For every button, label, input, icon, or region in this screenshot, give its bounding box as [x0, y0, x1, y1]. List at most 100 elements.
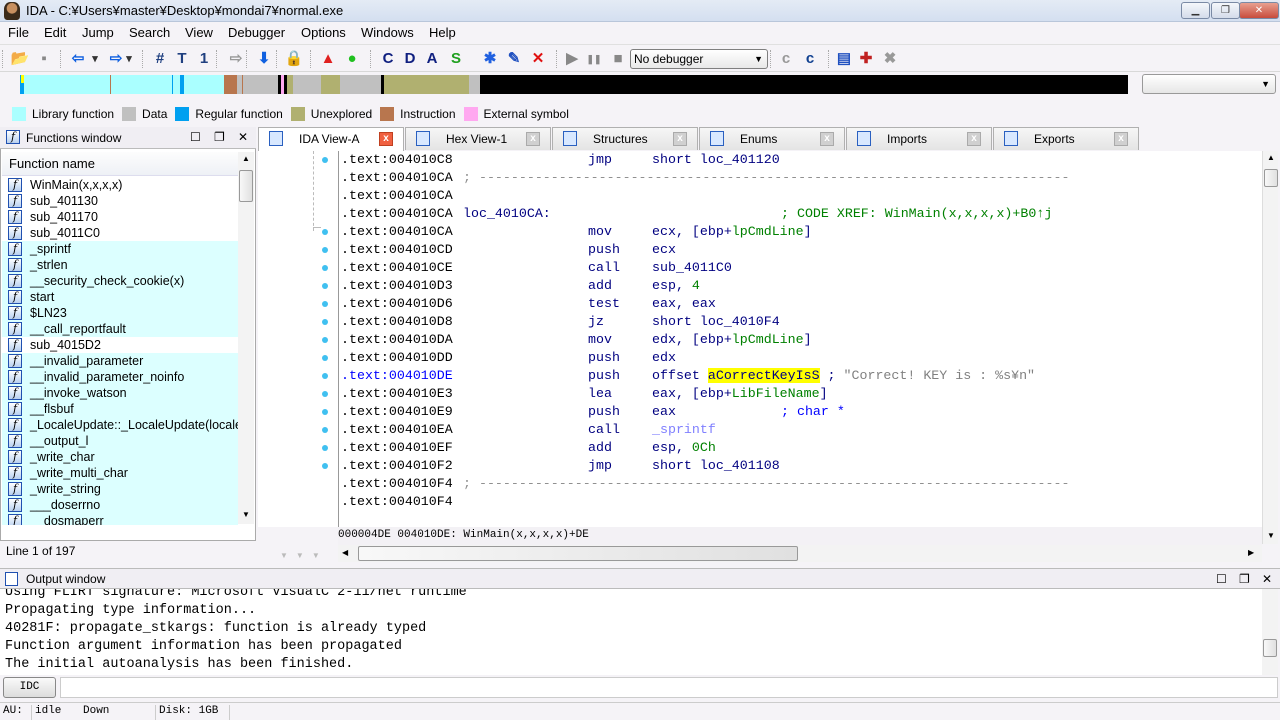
scroll-right-icon[interactable]: ▶: [1248, 548, 1254, 557]
tab-exports[interactable]: Exports x: [993, 127, 1139, 150]
function-row[interactable]: f __output_l: [2, 433, 238, 449]
function-row[interactable]: f _write_string: [2, 481, 238, 497]
add-breakpoint-icon[interactable]: ✚: [856, 49, 876, 69]
maximize-panel-button[interactable]: ☐: [190, 130, 201, 144]
stop-icon[interactable]: ■: [608, 49, 628, 69]
open-folder-icon[interactable]: 📂: [10, 49, 30, 69]
tab-enums[interactable]: Enums x: [699, 127, 845, 150]
function-row[interactable]: f __flsbuf: [2, 401, 238, 417]
minimize-button[interactable]: ▁: [1181, 2, 1210, 19]
search-binary-icon[interactable]: #: [150, 49, 170, 69]
output-text[interactable]: Using FLIRT signature: Microsoft VisualC…: [0, 589, 1262, 675]
function-row[interactable]: f _strlen: [2, 257, 238, 273]
scroll-thumb[interactable]: [239, 170, 253, 202]
idc-command-input[interactable]: [60, 677, 1278, 698]
function-row[interactable]: f __call_reportfault: [2, 321, 238, 337]
tab-structures[interactable]: Structures x: [552, 127, 698, 150]
functions-scrollbar[interactable]: ▲ ▼: [238, 152, 254, 524]
code-line[interactable]: .text:004010DA mov edx, [ebp+lpCmdLine]: [341, 331, 1261, 349]
function-row[interactable]: f sub_401170: [2, 209, 238, 225]
scroll-thumb[interactable]: [1263, 639, 1277, 657]
pause-icon[interactable]: ❚❚: [584, 49, 604, 69]
disassembly-hscrollbar[interactable]: ◀ ▶: [338, 545, 1262, 562]
function-row[interactable]: f __security_check_cookie(x): [2, 273, 238, 289]
menu-edit[interactable]: Edit: [42, 25, 68, 40]
function-row[interactable]: f start: [2, 289, 238, 305]
close-tab-icon[interactable]: x: [526, 132, 540, 146]
code-line[interactable]: .text:004010D6 test eax, eax: [341, 295, 1261, 313]
close-panel-button[interactable]: ✕: [238, 130, 248, 144]
close-tab-icon[interactable]: x: [673, 132, 687, 146]
scroll-down-icon[interactable]: ▼: [1267, 531, 1275, 540]
disassembly-vscrollbar[interactable]: ▲ ▼: [1262, 151, 1278, 544]
float-panel-button[interactable]: ❐: [214, 130, 225, 144]
lock-icon[interactable]: 🔒: [284, 49, 304, 69]
delete-breakpoint-icon[interactable]: ✖: [880, 49, 900, 69]
function-row[interactable]: f WinMain(x,x,x,x): [2, 177, 238, 193]
maximize-panel-button[interactable]: ☐: [1216, 572, 1227, 586]
back-arrow-icon[interactable]: ⇦: [68, 49, 88, 69]
function-row[interactable]: f _write_multi_char: [2, 465, 238, 481]
code-line[interactable]: .text:004010DE push offset aCorrectKeyIsS …: [341, 367, 1261, 385]
close-tab-icon[interactable]: x: [1114, 132, 1128, 146]
rename-icon[interactable]: ✎: [504, 49, 524, 69]
forward-arrow-icon[interactable]: ⇨: [106, 49, 126, 69]
code-line[interactable]: .text:004010E9 push eax ; char *: [341, 403, 1261, 421]
float-panel-button[interactable]: ❐: [1239, 572, 1250, 586]
save-icon[interactable]: ▪: [34, 49, 54, 69]
tab-hex-view-1[interactable]: Hex View-1 x: [405, 127, 551, 150]
close-panel-button[interactable]: ✕: [1262, 572, 1272, 586]
disassembly-view[interactable]: .text:004010C8 jmp short loc_401120 .text:0…: [338, 151, 1262, 527]
search-text-icon[interactable]: T: [172, 49, 192, 69]
scroll-thumb[interactable]: [358, 546, 798, 561]
function-row[interactable]: f sub_401130: [2, 193, 238, 209]
function-row[interactable]: f $LN23: [2, 305, 238, 321]
create-struct-icon[interactable]: ✱: [480, 49, 500, 69]
scroll-left-icon[interactable]: ◀: [342, 548, 348, 557]
idc-button[interactable]: IDC: [3, 677, 56, 698]
jump-down-icon[interactable]: ⬇: [254, 49, 274, 69]
run-script-icon[interactable]: c: [800, 49, 820, 69]
operand-part[interactable]: aCorrectKeyIsS: [707, 368, 820, 383]
segment-select[interactable]: ▼: [1142, 74, 1276, 94]
menu-view[interactable]: View: [183, 25, 215, 40]
debugger-select[interactable]: No debugger ▼: [630, 49, 768, 69]
scroll-up-icon[interactable]: ▲: [1267, 153, 1275, 162]
close-tab-icon[interactable]: x: [820, 132, 834, 146]
code-line[interactable]: .text:004010D3 add esp, 4: [341, 277, 1261, 295]
create-string-icon[interactable]: S: [446, 49, 466, 69]
menu-windows[interactable]: Windows: [359, 25, 416, 40]
scroll-up-icon[interactable]: ▲: [242, 154, 250, 163]
function-row[interactable]: f _sprintf: [2, 241, 238, 257]
function-row[interactable]: f sub_4011C0: [2, 225, 238, 241]
close-button[interactable]: ✕: [1239, 2, 1279, 19]
function-row[interactable]: f _write_char: [2, 449, 238, 465]
code-line[interactable]: .text:004010CA mov ecx, [ebp+lpCmdLine]: [341, 223, 1261, 241]
search-next-icon[interactable]: ⇨: [226, 49, 246, 69]
menu-help[interactable]: Help: [427, 25, 458, 40]
maximize-button[interactable]: ❐: [1211, 2, 1240, 19]
play-icon[interactable]: ▶: [562, 49, 582, 69]
column-header-function-name[interactable]: Function name: [2, 152, 238, 176]
breakpoint-list-icon[interactable]: ▤: [834, 49, 854, 69]
code-line[interactable]: .text:004010CE call sub_4011C0: [341, 259, 1261, 277]
code-line[interactable]: .text:004010DD push edx: [341, 349, 1261, 367]
menu-search[interactable]: Search: [127, 25, 172, 40]
function-row[interactable]: f ___doserrno: [2, 497, 238, 513]
code-line[interactable]: .text:004010F4 ; ------------------------…: [341, 475, 1261, 493]
function-row[interactable]: f __invalid_parameter_noinfo: [2, 369, 238, 385]
warning-icon[interactable]: ▲: [318, 49, 338, 69]
menu-jump[interactable]: Jump: [80, 25, 116, 40]
menu-file[interactable]: File: [6, 25, 31, 40]
function-row[interactable]: f sub_4015D2: [2, 337, 238, 353]
code-line[interactable]: .text:004010CA ; ------------------------…: [341, 169, 1261, 187]
code-line[interactable]: .text:004010CA: [341, 187, 1261, 205]
output-scrollbar[interactable]: [1262, 589, 1278, 675]
search-immediate-icon[interactable]: 1: [194, 49, 214, 69]
forward-dropdown-icon[interactable]: ▾: [124, 49, 134, 69]
green-ball-icon[interactable]: ●: [342, 49, 362, 69]
close-tab-icon[interactable]: x: [967, 132, 981, 146]
compile-icon[interactable]: c: [776, 49, 796, 69]
back-dropdown-icon[interactable]: ▾: [90, 49, 100, 69]
code-line[interactable]: .text:004010CA loc_4010CA: ; CODE XREF: Wi…: [341, 205, 1261, 223]
